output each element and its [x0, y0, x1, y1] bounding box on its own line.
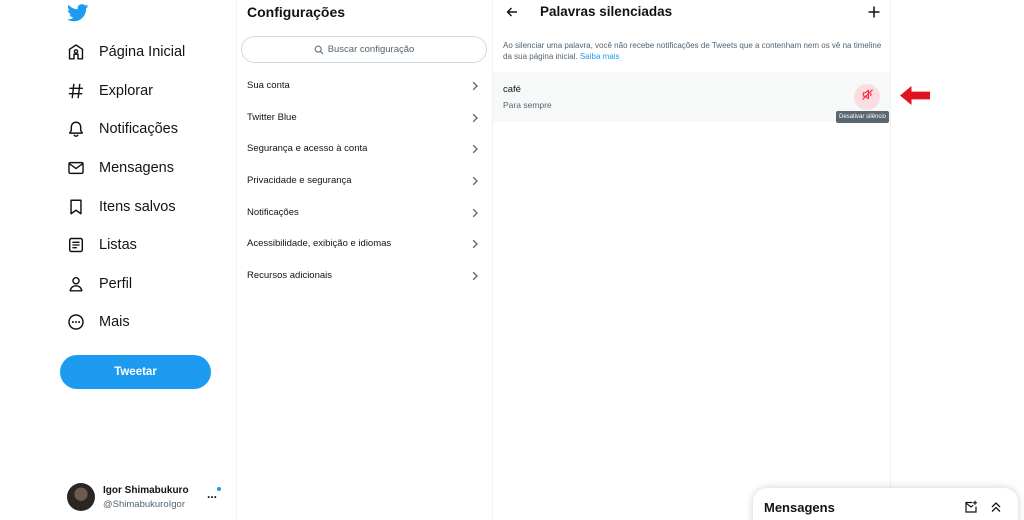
chevron-right-icon [470, 208, 480, 218]
bookmark-icon [66, 197, 86, 217]
nav-item-messages[interactable]: Mensagens [66, 156, 174, 180]
settings-item-label: Sua conta [247, 80, 290, 91]
nav-item-label: Itens salvos [99, 199, 176, 215]
muted-word: café [503, 84, 521, 95]
nav-item-label: Notificações [99, 121, 178, 137]
settings-item-label: Twitter Blue [247, 112, 297, 123]
page-title: Configurações [247, 4, 346, 20]
nav-item-bookmarks[interactable]: Itens salvos [66, 195, 176, 219]
list-icon [66, 235, 86, 255]
settings-item-label: Recursos adicionais [247, 270, 333, 281]
envelope-icon [66, 158, 86, 178]
chevron-right-icon [470, 144, 480, 154]
settings-item-label: Acessibilidade, exibição e idiomas [247, 238, 392, 249]
nav-item-label: Perfil [99, 276, 133, 292]
nav-item-profile[interactable]: Perfil [66, 272, 132, 296]
avatar [67, 483, 95, 511]
settings-item-label: Notificações [247, 207, 299, 218]
chevron-right-icon [470, 271, 480, 281]
account-handle: @ShimabukuroIgor [103, 499, 185, 510]
new-message-icon[interactable] [964, 500, 978, 514]
more-circle-icon [66, 312, 86, 332]
nav-item-more[interactable]: Mais [66, 310, 130, 334]
hashtag-icon [66, 81, 86, 101]
speaker-muted-icon [861, 88, 874, 106]
settings-item-security[interactable]: Segurança e acesso à conta [237, 133, 492, 164]
chevron-right-icon [470, 176, 480, 186]
muted-word-row[interactable]: café Para sempre [493, 72, 890, 122]
messages-drawer[interactable]: Mensagens [753, 488, 1018, 520]
settings-item-label: Segurança e acesso à conta [247, 143, 368, 154]
search-icon [314, 45, 324, 55]
account-switcher[interactable]: Igor Shimabukuro @ShimabukuroIgor ... [67, 483, 227, 513]
settings-item-twitter-blue[interactable]: Twitter Blue [237, 102, 492, 133]
nav-item-label: Listas [99, 237, 137, 253]
settings-item-notifications[interactable]: Notificações [237, 197, 492, 228]
nav-item-label: Mensagens [99, 160, 174, 176]
muted-word-duration: Para sempre [503, 100, 552, 110]
search-placeholder: Buscar configuração [327, 44, 415, 55]
home-icon [66, 42, 86, 62]
back-arrow-icon[interactable] [505, 5, 519, 19]
nav-item-home[interactable]: Página Inicial [66, 40, 185, 64]
settings-item-privacy[interactable]: Privacidade e segurança [237, 165, 492, 196]
notification-dot [217, 487, 221, 491]
primary-nav: Página Inicial Explorar Notificações Men… [0, 0, 236, 520]
twitter-logo-icon[interactable] [67, 4, 89, 22]
muted-words-description: Ao silenciar uma palavra, você não receb… [503, 40, 883, 62]
annotation-arrow-icon [899, 85, 931, 106]
chevron-right-icon [470, 81, 480, 91]
nav-item-label: Mais [99, 314, 130, 330]
person-icon [66, 274, 86, 294]
description-text: Ao silenciar uma palavra, você não receb… [503, 41, 882, 61]
unmute-button[interactable] [854, 84, 880, 110]
nav-item-notifications[interactable]: Notificações [66, 117, 178, 141]
settings-item-additional-resources[interactable]: Recursos adicionais [237, 260, 492, 291]
settings-item-your-account[interactable]: Sua conta [237, 70, 492, 101]
nav-item-label: Explorar [99, 83, 153, 99]
messages-drawer-title: Mensagens [764, 500, 835, 515]
chevron-up-double-icon[interactable] [989, 500, 1003, 514]
nav-item-label: Página Inicial [99, 44, 186, 60]
muted-words-title: Palavras silenciadas [540, 4, 673, 19]
nav-item-explore[interactable]: Explorar [66, 79, 153, 103]
settings-item-label: Privacidade e segurança [247, 175, 352, 186]
account-name: Igor Shimabukuro [103, 485, 189, 496]
settings-item-accessibility[interactable]: Acessibilidade, exibição e idiomas [237, 228, 492, 259]
learn-more-link[interactable]: Saiba mais [580, 52, 620, 61]
search-input[interactable]: Buscar configuração [241, 36, 487, 63]
settings-column: Configurações Buscar configuração Sua co… [236, 0, 493, 520]
tweet-button[interactable]: Tweetar [60, 355, 211, 389]
more-horizontal-icon[interactable]: ... [207, 487, 217, 501]
muted-words-column: Palavras silenciadas Ao silenciar uma pa… [493, 0, 891, 520]
chevron-right-icon [470, 239, 480, 249]
nav-item-lists[interactable]: Listas [66, 233, 137, 257]
chevron-right-icon [470, 113, 480, 123]
add-icon[interactable] [867, 5, 881, 19]
bell-icon [66, 119, 86, 139]
unmute-tooltip: Desativar silêncio [836, 111, 890, 123]
app-root: Página Inicial Explorar Notificações Men… [0, 0, 1024, 520]
